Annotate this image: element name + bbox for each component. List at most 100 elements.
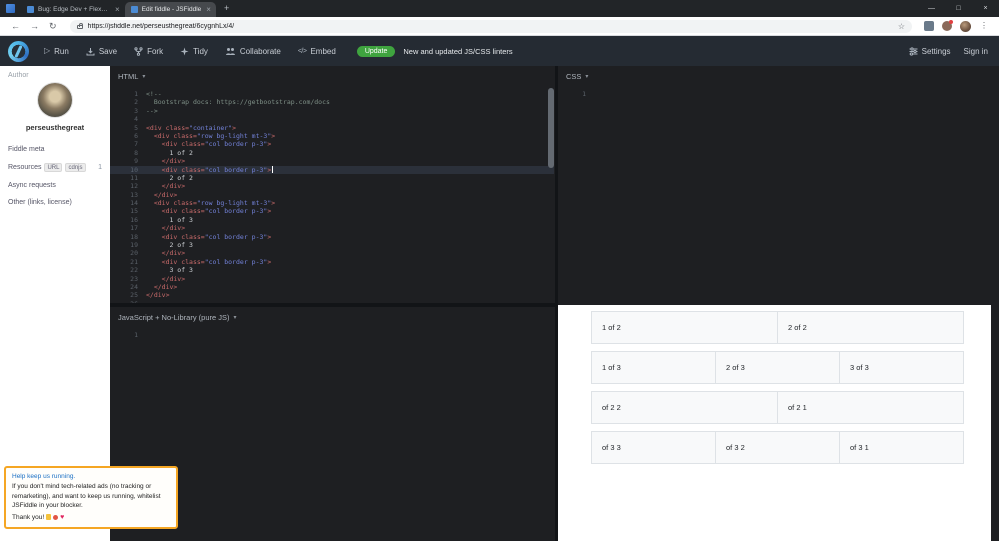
tab-close-icon[interactable]: × — [206, 5, 211, 14]
code-line: </div> — [146, 249, 186, 258]
embed-label: Embed — [310, 46, 336, 56]
tab-close-icon[interactable]: × — [115, 5, 120, 14]
save-label: Save — [98, 46, 118, 56]
code-line: 3 of 3 — [146, 266, 193, 275]
result-cell: of 3 2 — [715, 431, 840, 464]
line-number: 6 — [134, 131, 138, 140]
red-circle-emoji-icon — [53, 514, 59, 520]
code-line: </div> — [146, 274, 186, 283]
back-button[interactable]: ← — [11, 21, 20, 31]
ad-notice-title-link[interactable]: Help keep us running. — [12, 472, 170, 481]
css-panel-header[interactable]: CSS ▾ — [558, 66, 999, 86]
author-avatar[interactable] — [38, 83, 72, 117]
reload-button[interactable]: ↻ — [49, 21, 57, 31]
result-cell: of 3 1 — [839, 431, 964, 464]
js-panel-header[interactable]: JavaScript + No-Library (pure JS) ▾ — [110, 307, 555, 327]
tab-favicon-icon — [130, 6, 138, 13]
sidebar-item-async-requests[interactable]: Async requests — [8, 182, 102, 189]
result-row: of 3 3 of 3 2 of 3 1 — [591, 431, 964, 464]
line-number: 4 — [134, 115, 138, 124]
collaborate-button[interactable]: Collaborate — [225, 47, 281, 56]
code-line: </div> — [146, 157, 186, 166]
sidebar-item-other-links-license[interactable]: Other (links, license) — [8, 199, 102, 206]
maximize-button[interactable]: □ — [945, 0, 972, 17]
author-username[interactable]: perseusthegreat — [8, 123, 102, 132]
right-column: CSS ▾ 1 1 of 22 of 2 1 of 32 of 33 of 3 of… — [555, 66, 999, 541]
jsfiddle-logo[interactable] — [8, 40, 29, 62]
code-line: <div class="container"> — [146, 123, 237, 132]
resources-url-button[interactable]: URL — [44, 163, 63, 172]
play-icon: ▷ — [44, 46, 51, 55]
css-panel-label: CSS — [566, 71, 582, 81]
settings-button[interactable]: Settings — [909, 47, 951, 56]
css-panel: CSS ▾ 1 — [558, 66, 999, 305]
line-number: 11 — [130, 173, 138, 182]
tidy-button[interactable]: Tidy — [180, 47, 208, 56]
new-tab-button[interactable]: + — [224, 4, 229, 13]
chevron-down-icon: ▾ — [233, 314, 237, 321]
result-cell: of 2 2 — [591, 391, 778, 424]
sidebar-item-fiddle-meta[interactable]: Fiddle meta — [8, 146, 102, 153]
line-number: 8 — [134, 148, 138, 157]
line-number: 3 — [134, 106, 138, 115]
result-panel: 1 of 22 of 2 1 of 32 of 33 of 3 of 2 2 of 2… — [558, 305, 991, 541]
fork-icon — [134, 46, 143, 56]
sign-in-button[interactable]: Sign in — [964, 47, 988, 56]
line-number: 16 — [130, 215, 138, 224]
line-number: 9 — [134, 157, 138, 166]
ad-blocker-notice: Help keep us running. If you don't mind … — [4, 466, 178, 530]
resources-label[interactable]: Resources — [8, 164, 41, 171]
extension-icon[interactable] — [924, 21, 934, 31]
close-window-button[interactable]: × — [972, 0, 999, 17]
bookmark-star-icon[interactable]: ☆ — [898, 22, 905, 31]
html-editor-scrollbar[interactable] — [548, 88, 554, 301]
ad-notice-thanks: Thank you! ♥ — [12, 513, 170, 522]
code-line: </div> — [146, 224, 186, 233]
css-editor[interactable]: 1 — [558, 86, 999, 305]
code-line: <div class="col border p-3"> — [146, 257, 272, 266]
line-number: 24 — [130, 282, 138, 291]
ad-thanks-text: Thank you! — [12, 513, 45, 521]
fork-button[interactable]: Fork — [134, 47, 163, 56]
embed-button[interactable]: </> Embed — [298, 47, 336, 56]
browser-tab-bar: Bug: Edge Dev + FlexBox + RTL :... × Edi… — [0, 0, 999, 17]
update-badge[interactable]: Update — [356, 45, 396, 57]
js-panel-label: JavaScript + No-Library (pure JS) — [118, 312, 230, 322]
browser-profile-avatar[interactable] — [960, 20, 971, 32]
scrollbar-thumb[interactable] — [548, 88, 554, 168]
line-number: 19 — [130, 241, 138, 250]
browser-menu-icon[interactable]: ⋮ — [980, 22, 988, 30]
window-logo-icon — [6, 4, 15, 13]
result-cell: 2 of 3 — [715, 351, 840, 384]
ad-notice-body: If you don't mind tech-related ads (no t… — [12, 483, 161, 510]
tab-edit-fiddle[interactable]: Edit fiddle - JSFiddle × — [124, 2, 216, 17]
url-text: https://jsfiddle.net/perseusthegreat/6cy… — [87, 22, 235, 30]
tab-title: Edit fiddle - JSFiddle — [141, 6, 202, 13]
code-line: </div> — [146, 282, 178, 291]
embed-code-icon: </> — [297, 47, 307, 55]
line-number: 12 — [130, 182, 138, 191]
line-number: 1 — [134, 331, 138, 339]
horns-hand-emoji-icon — [46, 514, 52, 521]
sign-in-label: Sign in — [963, 46, 988, 56]
result-row: 1 of 32 of 33 of 3 — [591, 351, 964, 384]
line-number: 18 — [130, 232, 138, 241]
resources-cdnjs-button[interactable]: cdnjs — [65, 163, 86, 172]
line-number: 25 — [130, 291, 138, 300]
tidy-label: Tidy — [193, 46, 208, 56]
result-cell: 2 of 2 — [777, 311, 964, 344]
tab-bug-edge-flexbox-rtl[interactable]: Bug: Edge Dev + FlexBox + RTL :... × — [21, 2, 125, 17]
address-bar[interactable]: https://jsfiddle.net/perseusthegreat/6cy… — [69, 19, 912, 33]
line-number: 22 — [130, 266, 138, 275]
update-announcement[interactable]: New and updated JS/CSS linters — [403, 47, 512, 56]
run-button[interactable]: ▷ Run — [44, 47, 69, 56]
extension-notification-icon[interactable] — [942, 20, 953, 31]
minimize-button[interactable]: — — [918, 0, 945, 17]
forward-button[interactable]: → — [30, 21, 39, 31]
code-line: </div> — [146, 291, 170, 300]
html-editor[interactable]: 1 2 3 4 5 6 7 8 9 10 11 12 13 14 15 16 17 18 19 20 21 22 23 24 2… — [110, 86, 555, 303]
save-button[interactable]: Save — [86, 47, 117, 56]
html-panel-header[interactable]: HTML ▾ — [110, 66, 555, 86]
html-code-lines: <!-- Bootstrap docs: https://getbootstra… — [110, 90, 554, 303]
